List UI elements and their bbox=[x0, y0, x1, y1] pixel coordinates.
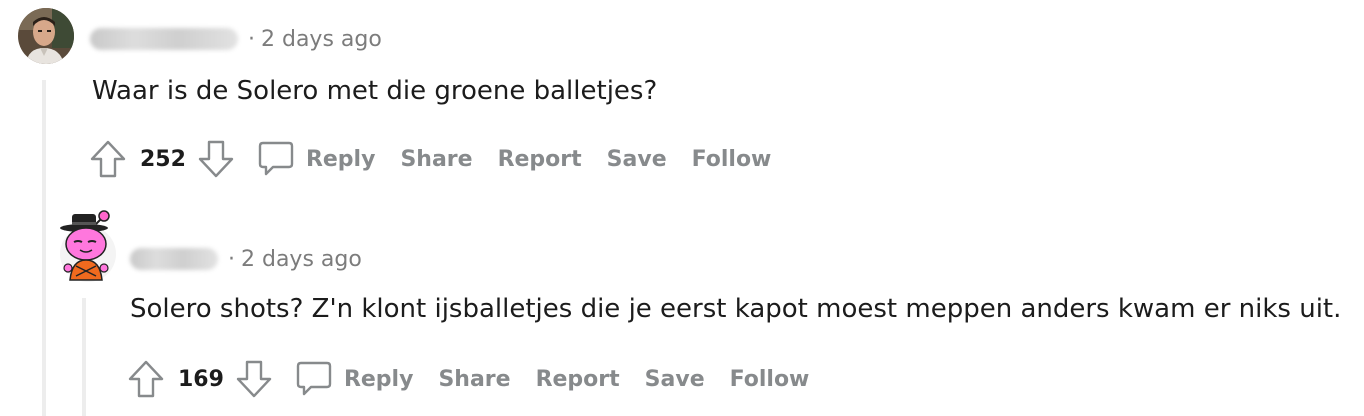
comment-actions: 169 Reply Share Report Save Follow bbox=[126, 357, 809, 401]
timestamp[interactable]: 2 days ago bbox=[261, 27, 382, 52]
reply-button[interactable]: Reply bbox=[256, 137, 376, 181]
meta-separator: · bbox=[248, 26, 255, 52]
arrow-down-icon bbox=[198, 140, 234, 178]
save-button[interactable]: Save bbox=[607, 147, 667, 172]
arrow-down-icon bbox=[236, 360, 272, 398]
save-button[interactable]: Save bbox=[645, 367, 705, 392]
username[interactable] bbox=[130, 248, 218, 270]
vote-score: 252 bbox=[140, 146, 186, 172]
comment-bubble-icon bbox=[256, 137, 296, 181]
username[interactable] bbox=[90, 28, 238, 50]
downvote-button[interactable] bbox=[234, 357, 274, 401]
comment-actions: 252 Reply Share Report Save Follow bbox=[88, 137, 771, 181]
comment-meta: · 2 days ago bbox=[90, 22, 382, 56]
follow-button[interactable]: Follow bbox=[692, 147, 772, 172]
comment-body: Waar is de Solero met die groene balletj… bbox=[92, 76, 658, 106]
reply-label[interactable]: Reply bbox=[306, 147, 376, 172]
share-button[interactable]: Share bbox=[400, 147, 472, 172]
comment-meta: · 2 days ago bbox=[130, 242, 362, 276]
reply-button[interactable]: Reply bbox=[294, 357, 414, 401]
follow-button[interactable]: Follow bbox=[730, 367, 810, 392]
share-button[interactable]: Share bbox=[438, 367, 510, 392]
upvote-button[interactable] bbox=[88, 137, 128, 181]
meta-separator: · bbox=[228, 246, 235, 272]
thread-collapse-line[interactable] bbox=[42, 80, 46, 416]
report-button[interactable]: Report bbox=[536, 367, 620, 392]
comment-body: Solero shots? Z'n klont ijsballetjes die… bbox=[130, 294, 1342, 324]
report-button[interactable]: Report bbox=[498, 147, 582, 172]
comment-bubble-icon bbox=[294, 357, 334, 401]
thread-collapse-line[interactable] bbox=[82, 298, 86, 416]
downvote-button[interactable] bbox=[196, 137, 236, 181]
reply-label[interactable]: Reply bbox=[344, 367, 414, 392]
avatar[interactable] bbox=[18, 8, 74, 64]
comment-thread: · 2 days ago Waar is de Solero met die g… bbox=[0, 0, 1364, 416]
arrow-up-icon bbox=[90, 140, 126, 178]
avatar[interactable] bbox=[58, 210, 118, 286]
upvote-button[interactable] bbox=[126, 357, 166, 401]
vote-score: 169 bbox=[178, 366, 224, 392]
arrow-up-icon bbox=[128, 360, 164, 398]
timestamp[interactable]: 2 days ago bbox=[241, 247, 362, 272]
